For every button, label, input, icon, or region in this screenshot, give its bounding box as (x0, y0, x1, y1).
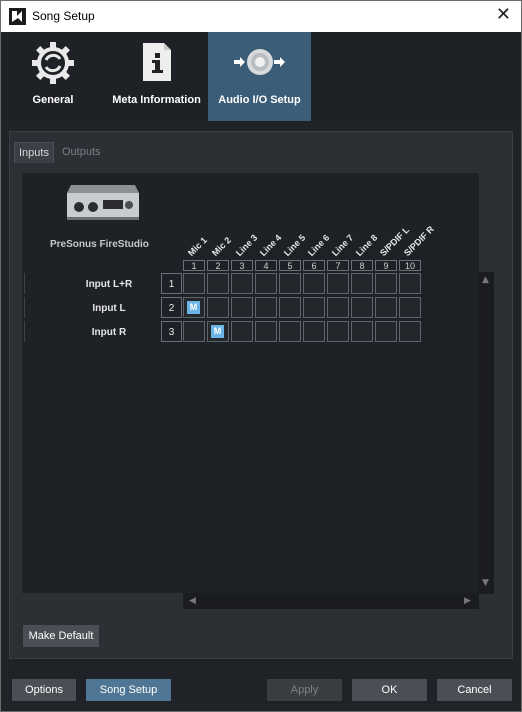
input-name-3: Input R (91, 327, 127, 338)
info-document-icon (140, 40, 174, 89)
channel-number-8: 8 (351, 260, 373, 271)
routing-cell[interactable]: M (183, 297, 205, 318)
mono-assignment-marker: M (211, 325, 224, 338)
input-number-1: 1 (161, 273, 182, 294)
channel-number-7: 7 (327, 260, 349, 271)
options-button[interactable]: Options (12, 679, 76, 701)
routing-cell[interactable] (351, 297, 373, 318)
scroll-down-icon[interactable]: ▼ (482, 578, 489, 588)
title-bar: Song Setup ✕ (1, 1, 521, 32)
routing-cell[interactable] (255, 273, 277, 294)
make-default-button[interactable]: Make Default (23, 625, 99, 647)
ok-button[interactable]: OK (352, 679, 427, 701)
row-handle[interactable] (24, 297, 29, 318)
device-image (65, 181, 141, 223)
song-setup-window: Song Setup ✕ General Meta Information Au… (0, 0, 522, 712)
routing-cell[interactable] (327, 273, 349, 294)
routing-cell[interactable] (279, 273, 301, 294)
window-title: Song Setup (32, 9, 95, 23)
audio-io-icon (232, 40, 288, 89)
routing-cell[interactable] (399, 321, 421, 342)
channel-number-2: 2 (207, 260, 229, 271)
row-handle[interactable] (24, 321, 29, 342)
audio-io-setup-button[interactable]: Audio I/O Setup (208, 32, 311, 121)
routing-cell[interactable] (303, 273, 325, 294)
input-number-3: 3 (161, 321, 182, 342)
routing-cell[interactable] (351, 321, 373, 342)
device-name: PreSonus FireStudio (50, 239, 149, 250)
scroll-left-icon[interactable]: ◀ (189, 596, 196, 606)
meta-information-label: Meta Information (112, 94, 201, 106)
routing-cell[interactable] (303, 297, 325, 318)
tab-outputs[interactable]: Outputs (58, 142, 105, 162)
routing-cell[interactable] (375, 273, 397, 294)
routing-cell[interactable] (279, 297, 301, 318)
horizontal-scrollbar[interactable]: ◀ ▶ (183, 593, 479, 609)
input-number-2: 2 (161, 297, 182, 318)
channel-number-1: 1 (183, 260, 205, 271)
channel-number-9: 9 (375, 260, 397, 271)
routing-cell[interactable] (255, 321, 277, 342)
routing-cell[interactable] (231, 297, 253, 318)
routing-cell[interactable] (327, 297, 349, 318)
close-icon[interactable]: ✕ (496, 4, 511, 25)
channel-number-4: 4 (255, 260, 277, 271)
audio-io-setup-label: Audio I/O Setup (218, 94, 301, 106)
routing-cell[interactable] (375, 321, 397, 342)
routing-cell[interactable] (399, 273, 421, 294)
song-setup-button[interactable]: Song Setup (86, 679, 171, 701)
apply-button[interactable]: Apply (267, 679, 342, 701)
routing-cell[interactable]: M (207, 321, 229, 342)
section-toolbar: General Meta Information Audio I/O Setup (1, 32, 521, 121)
routing-cell[interactable] (207, 273, 229, 294)
routing-cell[interactable] (399, 297, 421, 318)
app-logo-icon (9, 8, 26, 25)
channel-number-3: 3 (231, 260, 253, 271)
routing-cell[interactable] (183, 273, 205, 294)
routing-cell[interactable] (279, 321, 301, 342)
routing-cell[interactable] (231, 273, 253, 294)
routing-cell[interactable] (375, 297, 397, 318)
tab-inputs[interactable]: Inputs (14, 142, 54, 163)
gear-icon (30, 40, 76, 91)
general-label: General (32, 94, 74, 106)
cancel-button[interactable]: Cancel (437, 679, 512, 701)
channel-number-5: 5 (279, 260, 301, 271)
routing-cell[interactable] (351, 273, 373, 294)
meta-information-button[interactable]: Meta Information (105, 32, 208, 121)
scroll-up-icon[interactable]: ▲ (482, 275, 489, 285)
input-name-1: Input L+R (85, 279, 133, 290)
general-button[interactable]: General (1, 32, 105, 121)
channel-number-10: 10 (399, 260, 421, 271)
row-handle[interactable] (24, 273, 29, 294)
routing-cell[interactable] (231, 321, 253, 342)
channel-number-6: 6 (303, 260, 325, 271)
routing-cell[interactable] (207, 297, 229, 318)
routing-cell[interactable] (255, 297, 277, 318)
input-name-2: Input L (92, 303, 126, 314)
mono-assignment-marker: M (187, 301, 200, 314)
routing-cell[interactable] (327, 321, 349, 342)
routing-cell[interactable] (303, 321, 325, 342)
vertical-scrollbar[interactable]: ▲ ▼ (478, 272, 494, 594)
scroll-right-icon[interactable]: ▶ (464, 596, 471, 606)
routing-cell[interactable] (183, 321, 205, 342)
